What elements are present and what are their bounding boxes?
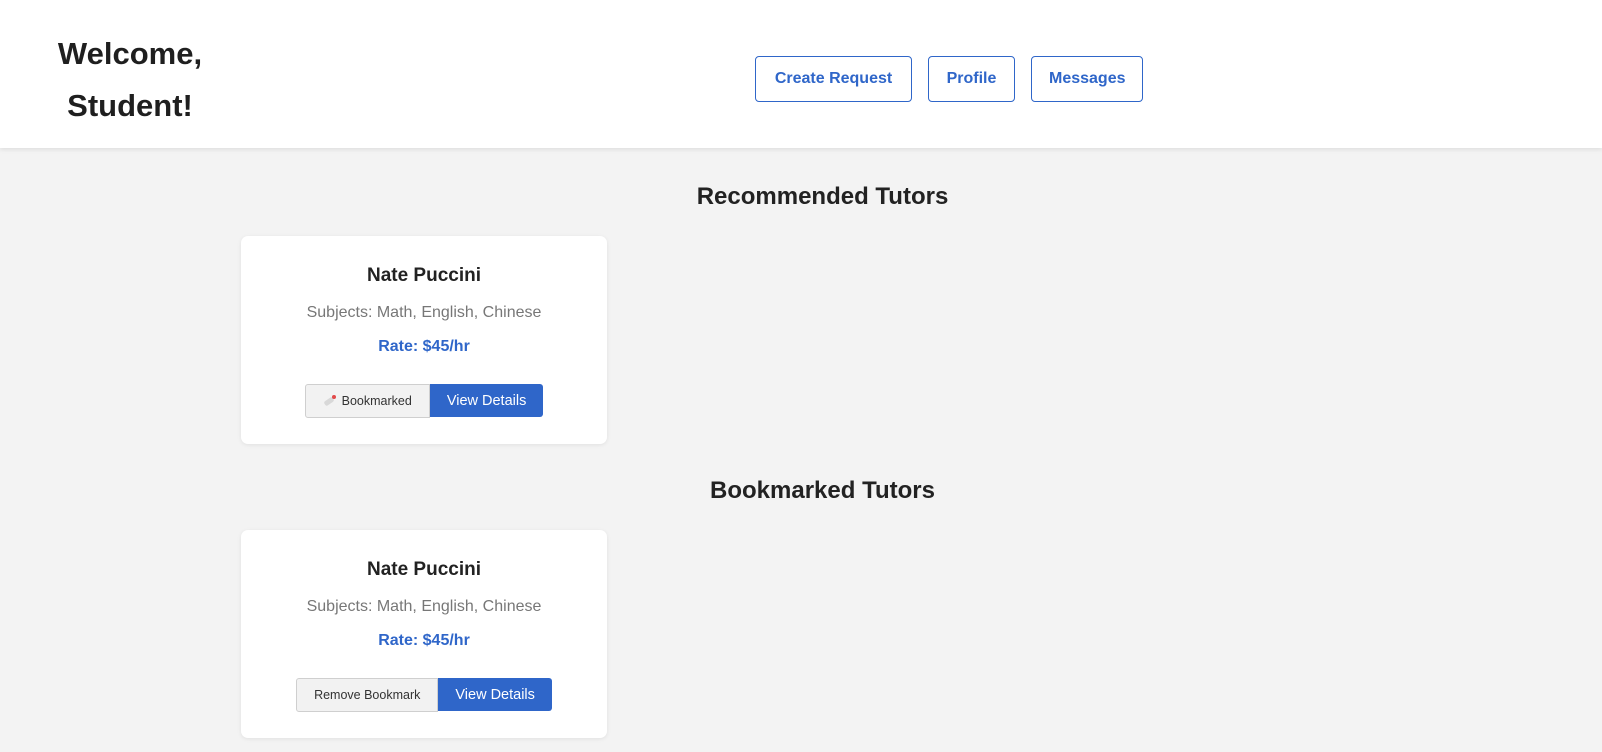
welcome-line-1: Welcome,	[57, 36, 203, 71]
tutor-subjects: Subjects: Math, English, Chinese	[306, 598, 542, 615]
top-bar: Welcome, Student! Create Request Profile…	[0, 0, 1602, 148]
bookmark-icon	[323, 395, 337, 407]
welcome-line-2: Student!	[67, 88, 193, 123]
view-details-button[interactable]: View Details	[438, 678, 552, 711]
bookmarked-tutors-title: Bookmarked Tutors	[710, 477, 935, 504]
bookmarked-button[interactable]: Bookmarked	[304, 384, 430, 418]
messages-button[interactable]: Messages	[1031, 56, 1143, 102]
tutor-subjects: Subjects: Math, English, Chinese	[306, 304, 542, 321]
recommended-tutors-title: Recommended Tutors	[696, 183, 949, 210]
card-actions: Bookmarked View Details	[241, 384, 607, 418]
view-details-button[interactable]: View Details	[429, 384, 544, 417]
welcome-heading: Welcome, Student!	[30, 28, 230, 132]
recommended-tutor-card: Nate Puccini Subjects: Math, English, Ch…	[241, 236, 607, 444]
bookmarked-tutor-card: Nate Puccini Subjects: Math, English, Ch…	[241, 530, 607, 738]
tutor-name: Nate Puccini	[366, 265, 482, 286]
remove-bookmark-button[interactable]: Remove Bookmark	[296, 678, 439, 712]
tutor-name: Nate Puccini	[366, 559, 482, 580]
profile-button[interactable]: Profile	[928, 56, 1015, 102]
main-nav: Create Request Profile Messages	[755, 56, 1143, 102]
tutor-rate: Rate: $45/hr	[378, 338, 470, 355]
card-actions: Remove Bookmark View Details	[241, 678, 607, 712]
create-request-button[interactable]: Create Request	[755, 56, 912, 102]
tutor-rate: Rate: $45/hr	[378, 632, 470, 649]
bookmarked-label: Bookmarked	[341, 394, 412, 408]
